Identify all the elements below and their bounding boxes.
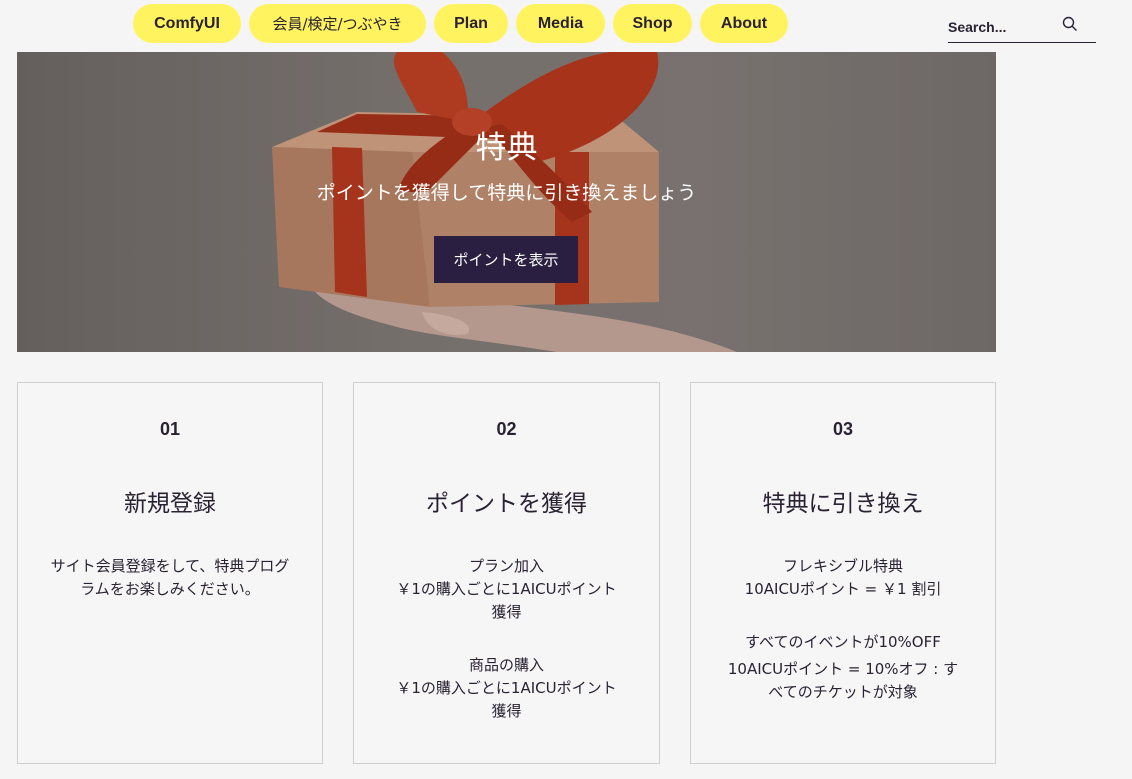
search-input[interactable] xyxy=(948,16,1058,38)
nav-item-media[interactable]: Media xyxy=(516,4,605,43)
hero-banner: 特典 ポイントを獲得して特典に引き換えましょう ポイントを表示 xyxy=(17,52,996,352)
step-title: 特典に引き換え xyxy=(762,491,924,517)
plan-heading: プラン加入 xyxy=(468,557,544,575)
show-points-button[interactable]: ポイントを表示 xyxy=(434,236,578,283)
flexible-reward-heading: フレキシブル特典 xyxy=(782,557,903,575)
event-discount-heading: すべてのイベントが10%OFF xyxy=(745,633,941,651)
step-number: 02 xyxy=(496,419,517,439)
event-discount-rate: 10AICUポイント = 10%オフ : すべてのチケットが対象 xyxy=(727,660,959,701)
nav-item-about[interactable]: About xyxy=(700,4,788,43)
step-description: フレキシブル特典 10AICUポイント = ￥1 割引 すべてのイベントが10%… xyxy=(691,555,995,704)
purchase-rate: ￥1の購入ごとに1AICUポイント獲得 xyxy=(396,679,617,720)
nav-item-comfyui[interactable]: ComfyUI xyxy=(133,4,241,43)
step-description: プラン加入 ￥1の購入ごとに1AICUポイント獲得 商品の購入 ￥1の購入ごとに… xyxy=(354,555,659,723)
nav-item-shop[interactable]: Shop xyxy=(613,4,692,43)
step-description: サイト会員登録をして、特典プログラムをお楽しみください。 xyxy=(50,557,290,598)
step-card-redeem: 03 特典に引き換え フレキシブル特典 10AICUポイント = ￥1 割引 す… xyxy=(690,382,996,764)
flexible-reward-rate: 10AICUポイント = ￥1 割引 xyxy=(744,580,942,598)
search-icon[interactable] xyxy=(1062,16,1078,32)
purchase-heading: 商品の購入 xyxy=(468,656,544,674)
step-title: 新規登録 xyxy=(124,491,216,517)
search-box xyxy=(948,12,1096,43)
hero-subtitle: ポイントを獲得して特典に引き換えましょう xyxy=(316,182,697,204)
step-number: 01 xyxy=(159,419,181,439)
top-navigation: ComfyUI 会員/検定/つぶやき Plan Media Shop About xyxy=(0,0,1132,50)
step-number: 03 xyxy=(832,419,854,439)
hero-title: 特典 xyxy=(475,130,538,166)
step-card-earn: 02 ポイントを獲得 プラン加入 ￥1の購入ごとに1AICUポイント獲得 商品の… xyxy=(353,382,660,764)
step-card-signup: 01 新規登録 サイト会員登録をして、特典プログラムをお楽しみください。 xyxy=(17,382,323,764)
plan-rate: ￥1の購入ごとに1AICUポイント獲得 xyxy=(396,580,617,621)
nav-item-member[interactable]: 会員/検定/つぶやき xyxy=(249,4,426,43)
nav-item-plan[interactable]: Plan xyxy=(434,4,508,43)
step-title: ポイントを獲得 xyxy=(426,491,587,517)
